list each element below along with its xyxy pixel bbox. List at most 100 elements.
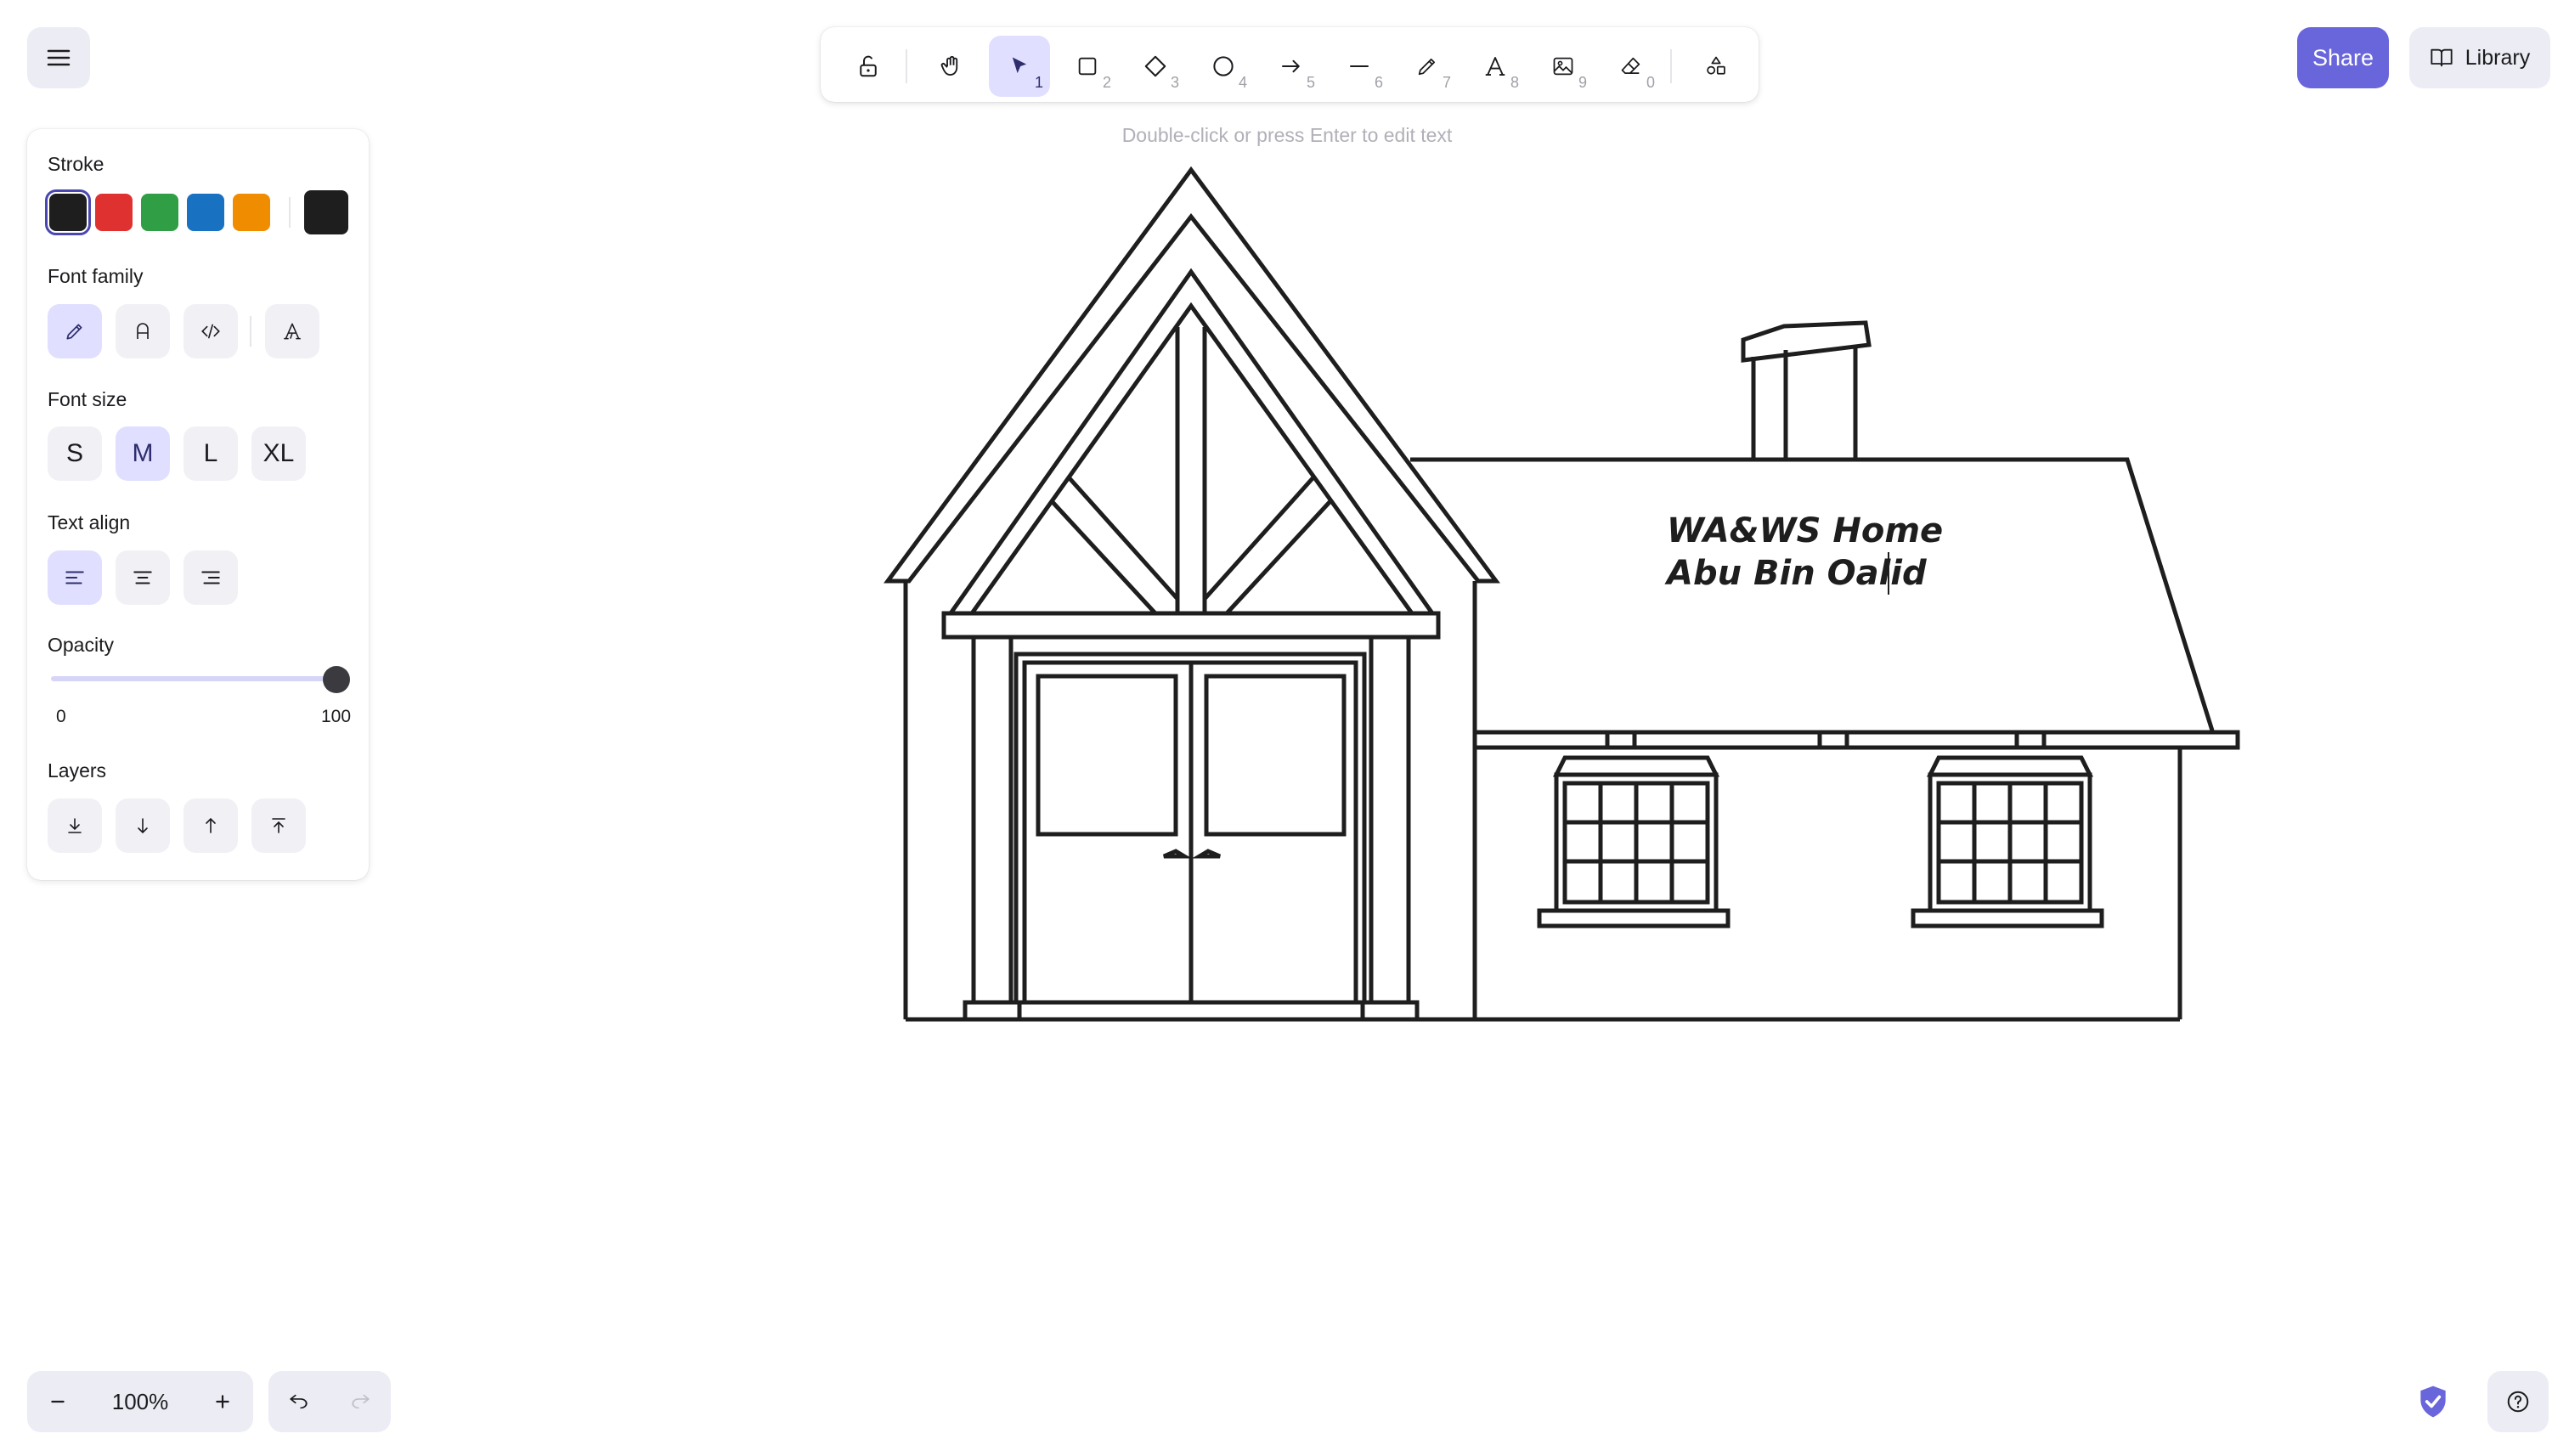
undo-icon — [290, 1394, 308, 1409]
stroke-swatch-orange[interactable] — [233, 194, 270, 231]
lock-tool[interactable] — [838, 36, 899, 97]
zoom-out-button[interactable] — [27, 1371, 88, 1432]
plus-icon — [216, 1395, 229, 1408]
align-left-button[interactable] — [48, 550, 102, 605]
font-family-label: Font family — [48, 265, 144, 287]
diamond-tool[interactable]: 3 — [1125, 36, 1186, 97]
font-excalifont-button[interactable] — [265, 304, 319, 358]
hamburger-icon — [47, 49, 71, 66]
hand-tool[interactable] — [921, 36, 982, 97]
arrow-icon — [1282, 59, 1300, 73]
tool-shortcut: 3 — [1170, 74, 1179, 91]
shapes-icon — [1707, 56, 1725, 75]
align-right-button[interactable] — [184, 550, 238, 605]
font-normal-icon — [137, 323, 149, 339]
editing-hint: Double-click or press Enter to edit text — [1121, 124, 1453, 146]
font-size-xl[interactable]: XL — [251, 426, 306, 481]
font-hand-drawn-button[interactable] — [48, 304, 102, 358]
tool-shortcut: 2 — [1102, 74, 1111, 91]
zoom-reset-button[interactable]: 100% — [88, 1371, 192, 1432]
drawing-canvas[interactable]: WA&WS Home Abu Bin Oalid — [0, 0, 2569, 1456]
font-size-l[interactable]: L — [184, 426, 238, 481]
history-controls — [268, 1371, 391, 1432]
extra-tools[interactable] — [1685, 36, 1747, 97]
image-icon — [1553, 57, 1573, 76]
pointer-icon — [1012, 57, 1027, 74]
stroke-swatch-red[interactable] — [95, 194, 133, 231]
zoom-level: 100% — [111, 1388, 169, 1414]
align-center-button[interactable] — [116, 550, 170, 605]
rectangle-tool[interactable]: 2 — [1057, 36, 1118, 97]
library-button[interactable]: Library — [2409, 27, 2550, 88]
code-icon — [201, 324, 220, 339]
toolbar: 1 2 3 4 5 6 7 8 9 0 — [821, 27, 1759, 102]
opacity-slider-thumb[interactable] — [323, 666, 350, 693]
library-label: Library — [2465, 45, 2531, 70]
send-to-back-button[interactable] — [48, 799, 102, 853]
arrow-tool[interactable]: 5 — [1261, 36, 1322, 97]
ellipse-tool[interactable]: 4 — [1193, 36, 1254, 97]
lock-open-icon — [860, 55, 877, 77]
tool-shortcut: 8 — [1510, 74, 1519, 91]
selection-tool[interactable]: 1 — [989, 36, 1050, 97]
line-tool[interactable]: 6 — [1329, 36, 1390, 97]
tool-shortcut: 4 — [1238, 74, 1247, 91]
undo-button[interactable] — [268, 1371, 330, 1432]
bring-to-front-icon — [272, 818, 285, 833]
stroke-custom-color[interactable] — [304, 190, 348, 234]
stroke-label: Stroke — [48, 153, 104, 175]
tool-shortcut: 0 — [1646, 74, 1655, 91]
share-button[interactable]: Share — [2297, 27, 2389, 88]
help-button[interactable] — [2487, 1371, 2549, 1432]
shield-check-icon — [2420, 1385, 2446, 1418]
font-size-label: Font size — [48, 388, 127, 410]
side-roof — [1410, 457, 2215, 731]
ellipse-icon — [1213, 56, 1234, 76]
chimney-cap — [1741, 320, 1872, 363]
tool-shortcut: 1 — [1034, 74, 1043, 91]
font-code-button[interactable] — [184, 304, 238, 358]
help-icon — [2507, 1391, 2529, 1413]
canvas-text-line2[interactable]: Abu Bin Oalid — [1664, 554, 1927, 593]
text-align-label: Text align — [48, 511, 131, 533]
properties-panel: Stroke Font family Font size S M L XL Te… — [27, 129, 369, 880]
stroke-swatch-black[interactable] — [45, 189, 91, 235]
tool-shortcut: 9 — [1578, 74, 1587, 91]
main-menu-button[interactable] — [27, 27, 90, 88]
align-center-icon — [133, 571, 152, 584]
minus-icon — [51, 1400, 65, 1403]
bring-forward-button[interactable] — [184, 799, 238, 853]
bring-to-front-button[interactable] — [251, 799, 306, 853]
align-left-icon — [65, 571, 84, 584]
font-normal-button[interactable] — [116, 304, 170, 358]
tool-shortcut: 7 — [1442, 74, 1451, 91]
gable-inner-2 — [969, 302, 1414, 615]
house-drawing[interactable] — [884, 166, 2240, 1022]
opacity-max: 100 — [321, 707, 352, 726]
stroke-swatch-green[interactable] — [141, 194, 178, 231]
text-tool[interactable]: 8 — [1465, 36, 1526, 97]
opacity-label: Opacity — [48, 634, 114, 656]
pencil-icon — [66, 324, 82, 340]
arrow-up-icon — [206, 817, 216, 833]
font-size-m[interactable]: M — [116, 426, 170, 481]
opacity-slider[interactable] — [51, 676, 340, 681]
line-icon — [1350, 65, 1369, 67]
eraser-tool[interactable]: 0 — [1601, 36, 1662, 97]
encryption-badge[interactable] — [2414, 1383, 2452, 1420]
stroke-swatch-blue[interactable] — [187, 194, 224, 231]
text-icon — [1485, 57, 1505, 76]
draw-tool[interactable]: 7 — [1397, 36, 1458, 97]
zoom-controls: 100% — [27, 1371, 253, 1432]
gable-outer — [884, 166, 1500, 584]
opacity-min: 0 — [56, 707, 66, 726]
send-to-back-icon — [68, 818, 82, 833]
send-backward-button[interactable] — [116, 799, 170, 853]
eraser-icon — [1621, 57, 1640, 75]
zoom-in-button[interactable] — [192, 1371, 253, 1432]
canvas-text-line1[interactable]: WA&WS Home — [1667, 511, 1943, 550]
align-right-icon — [201, 571, 220, 584]
image-tool[interactable]: 9 — [1533, 36, 1594, 97]
font-size-s[interactable]: S — [48, 426, 102, 481]
redo-button[interactable] — [330, 1371, 391, 1432]
